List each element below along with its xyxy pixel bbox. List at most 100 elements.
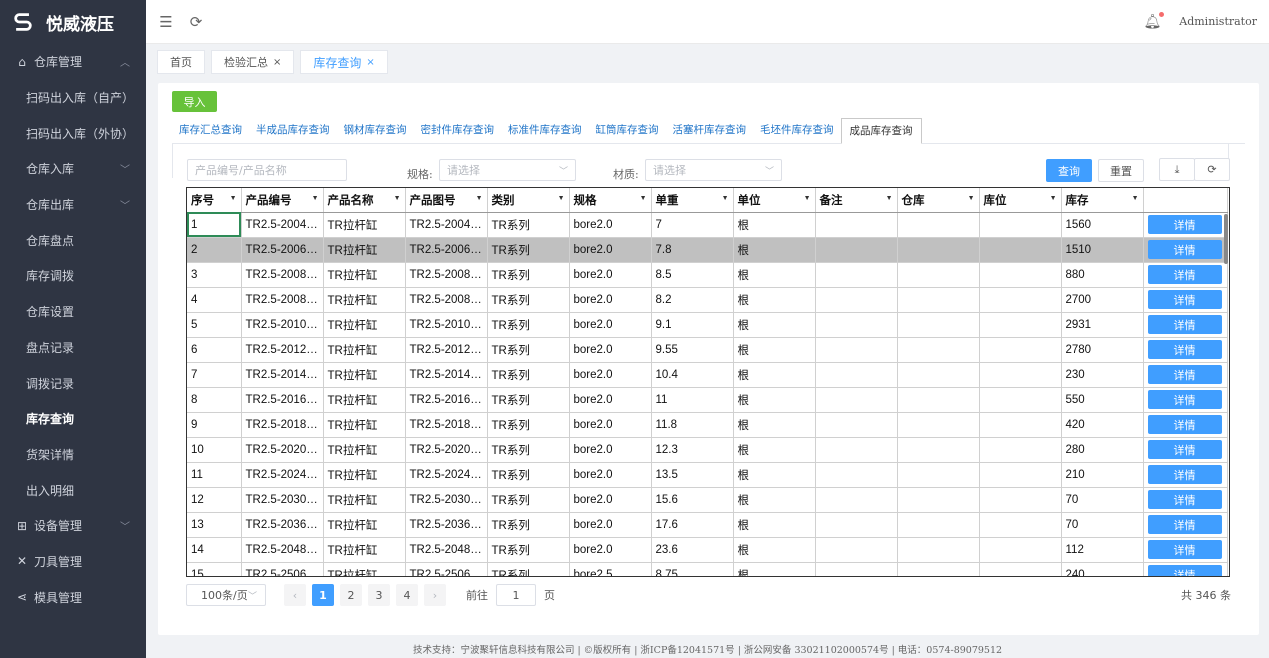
table-cell[interactable]: bore2.0 bbox=[569, 437, 652, 463]
table-cell[interactable]: TR系列 bbox=[487, 512, 570, 538]
detail-button[interactable]: 详情 bbox=[1147, 440, 1222, 459]
table-cell[interactable]: 根 bbox=[733, 412, 816, 438]
table-cell[interactable]: 2780 bbox=[1061, 337, 1144, 363]
table-refresh-icon[interactable]: ⟳ bbox=[1194, 158, 1230, 181]
table-row[interactable]: 14 TR2.5-2048-LD TR拉杆缸 TR2.5-2048-LD TR系列 bor… bbox=[187, 537, 1228, 563]
page-number-button[interactable]: 3 bbox=[368, 584, 390, 606]
table-cell[interactable]: 2931 bbox=[1061, 312, 1144, 338]
table-cell[interactable] bbox=[897, 312, 980, 338]
table-cell[interactable] bbox=[979, 362, 1062, 388]
table-cell[interactable] bbox=[897, 237, 980, 263]
table-cell[interactable]: 70 bbox=[1061, 487, 1144, 513]
page-tab[interactable]: 库存查询 × bbox=[300, 50, 388, 74]
table-cell[interactable]: TR系列 bbox=[487, 287, 570, 313]
table-cell[interactable]: bore2.0 bbox=[569, 237, 652, 263]
table-cell[interactable]: TR拉杆缸 bbox=[323, 412, 406, 438]
table-cell[interactable] bbox=[897, 212, 980, 238]
table-cell[interactable]: 1560 bbox=[1061, 212, 1144, 238]
sidebar-item[interactable]: 盘点记录 bbox=[0, 330, 146, 366]
close-icon[interactable]: × bbox=[273, 57, 281, 68]
sidebar-item[interactable]: ✕ 刀具管理 bbox=[0, 544, 146, 580]
sidebar-item[interactable]: 库存调拨 bbox=[0, 258, 146, 294]
sort-dropdown-icon[interactable]: ▼ bbox=[394, 195, 401, 202]
table-cell[interactable]: 17.6 bbox=[651, 512, 734, 538]
table-cell[interactable]: TR2.5-2008-A... bbox=[241, 262, 324, 288]
table-cell[interactable]: TR2.5-2018-LD bbox=[405, 412, 488, 438]
table-cell[interactable]: 9.1 bbox=[651, 312, 734, 338]
table-cell[interactable]: TR2.5-2008-LD bbox=[405, 287, 488, 313]
table-cell[interactable]: TR拉杆缸 bbox=[323, 262, 406, 288]
product-search-input[interactable]: 产品编号/产品名称 bbox=[187, 159, 347, 181]
page-tab[interactable]: 检验汇总 × bbox=[211, 50, 295, 74]
table-cell[interactable]: 7.8 bbox=[651, 237, 734, 263]
table-cell[interactable]: 13 bbox=[187, 512, 242, 538]
table-cell[interactable] bbox=[815, 262, 898, 288]
table-cell[interactable]: 根 bbox=[733, 437, 816, 463]
table-cell[interactable]: 根 bbox=[733, 462, 816, 488]
sidebar-item[interactable]: ⊞ 设备管理 ﹀ bbox=[0, 508, 146, 544]
table-cell[interactable] bbox=[897, 512, 980, 538]
column-header[interactable]: 产品图号 ▼ bbox=[405, 188, 488, 213]
table-cell[interactable]: 240 bbox=[1061, 562, 1144, 576]
column-header[interactable]: 库位 ▼ bbox=[979, 188, 1062, 213]
table-cell[interactable] bbox=[815, 312, 898, 338]
table-cell[interactable] bbox=[979, 487, 1062, 513]
query-tab[interactable]: 标准件库存查询 bbox=[501, 122, 589, 143]
table-cell[interactable]: bore2.0 bbox=[569, 337, 652, 363]
table-cell[interactable]: 9.55 bbox=[651, 337, 734, 363]
table-cell[interactable]: 10 bbox=[187, 437, 242, 463]
table-cell[interactable]: TR2.5-2014-LD bbox=[405, 362, 488, 388]
table-cell[interactable]: TR2.5-2004-LD bbox=[241, 212, 324, 238]
table-row[interactable]: 9 TR2.5-2018-LD TR拉杆缸 TR2.5-2018-LD TR系列 bore… bbox=[187, 412, 1228, 438]
table-cell[interactable]: TR拉杆缸 bbox=[323, 362, 406, 388]
table-cell[interactable]: 11 bbox=[187, 462, 242, 488]
table-cell[interactable] bbox=[979, 462, 1062, 488]
table-cell[interactable] bbox=[897, 262, 980, 288]
column-header[interactable]: 仓库 ▼ bbox=[897, 188, 980, 213]
table-cell[interactable]: TR2.5-2048-LD bbox=[405, 537, 488, 563]
table-cell[interactable]: bore2.0 bbox=[569, 512, 652, 538]
table-row[interactable]: 5 TR2.5-2010-LD TR拉杆缸 TR2.5-2010-LD TR系列 bore… bbox=[187, 312, 1228, 338]
column-header[interactable]: 备注 ▼ bbox=[815, 188, 898, 213]
detail-button[interactable]: 详情 bbox=[1147, 240, 1222, 259]
table-cell[interactable] bbox=[897, 487, 980, 513]
detail-button[interactable]: 详情 bbox=[1147, 540, 1222, 559]
query-tab[interactable]: 活塞杆库存查询 bbox=[666, 122, 754, 143]
page-size-select[interactable]: 100条/页 ﹀ bbox=[186, 584, 266, 606]
table-cell[interactable]: bore2.0 bbox=[569, 362, 652, 388]
detail-button[interactable]: 详情 bbox=[1147, 415, 1222, 434]
sidebar-item[interactable]: 库存查询 bbox=[0, 401, 146, 437]
query-tab[interactable]: 库存汇总查询 bbox=[172, 122, 249, 143]
table-cell[interactable]: 15 bbox=[187, 562, 242, 576]
table-cell[interactable]: 根 bbox=[733, 287, 816, 313]
table-cell[interactable]: TR拉杆缸 bbox=[323, 462, 406, 488]
table-cell[interactable] bbox=[979, 412, 1062, 438]
query-tab[interactable]: 半成品库存查询 bbox=[249, 122, 337, 143]
table-cell[interactable] bbox=[979, 337, 1062, 363]
column-header[interactable]: 类别 ▼ bbox=[487, 188, 570, 213]
table-cell[interactable]: bore2.0 bbox=[569, 387, 652, 413]
sort-dropdown-icon[interactable]: ▼ bbox=[230, 195, 237, 202]
table-cell[interactable]: TR拉杆缸 bbox=[323, 437, 406, 463]
table-cell[interactable]: TR2.5-2016-LD bbox=[241, 387, 324, 413]
table-cell[interactable]: TR2.5-2012-LD bbox=[241, 337, 324, 363]
table-cell[interactable]: 10.4 bbox=[651, 362, 734, 388]
table-cell[interactable] bbox=[815, 212, 898, 238]
table-cell[interactable] bbox=[815, 537, 898, 563]
table-cell[interactable] bbox=[815, 412, 898, 438]
table-cell[interactable]: 根 bbox=[733, 512, 816, 538]
query-button[interactable]: 查询 bbox=[1046, 159, 1092, 182]
table-row[interactable]: 3 TR2.5-2008-A... TR拉杆缸 TR2.5-2008-A... TR系列… bbox=[187, 262, 1228, 288]
sidebar-item[interactable]: 扫码出入库（外协） bbox=[0, 115, 146, 151]
table-cell[interactable] bbox=[815, 237, 898, 263]
table-cell[interactable] bbox=[897, 337, 980, 363]
query-tab[interactable]: 钢材库存查询 bbox=[337, 122, 414, 143]
table-scrollbar[interactable] bbox=[1224, 214, 1228, 264]
table-cell[interactable]: TR系列 bbox=[487, 362, 570, 388]
table-cell[interactable]: 2 bbox=[187, 237, 242, 263]
user-name[interactable]: Administrator bbox=[1179, 15, 1257, 28]
table-cell[interactable]: TR2.5-2008-A... bbox=[405, 262, 488, 288]
table-cell[interactable]: 7 bbox=[651, 212, 734, 238]
table-cell[interactable]: TR系列 bbox=[487, 312, 570, 338]
table-cell[interactable]: TR2.5-2030-LD bbox=[405, 487, 488, 513]
